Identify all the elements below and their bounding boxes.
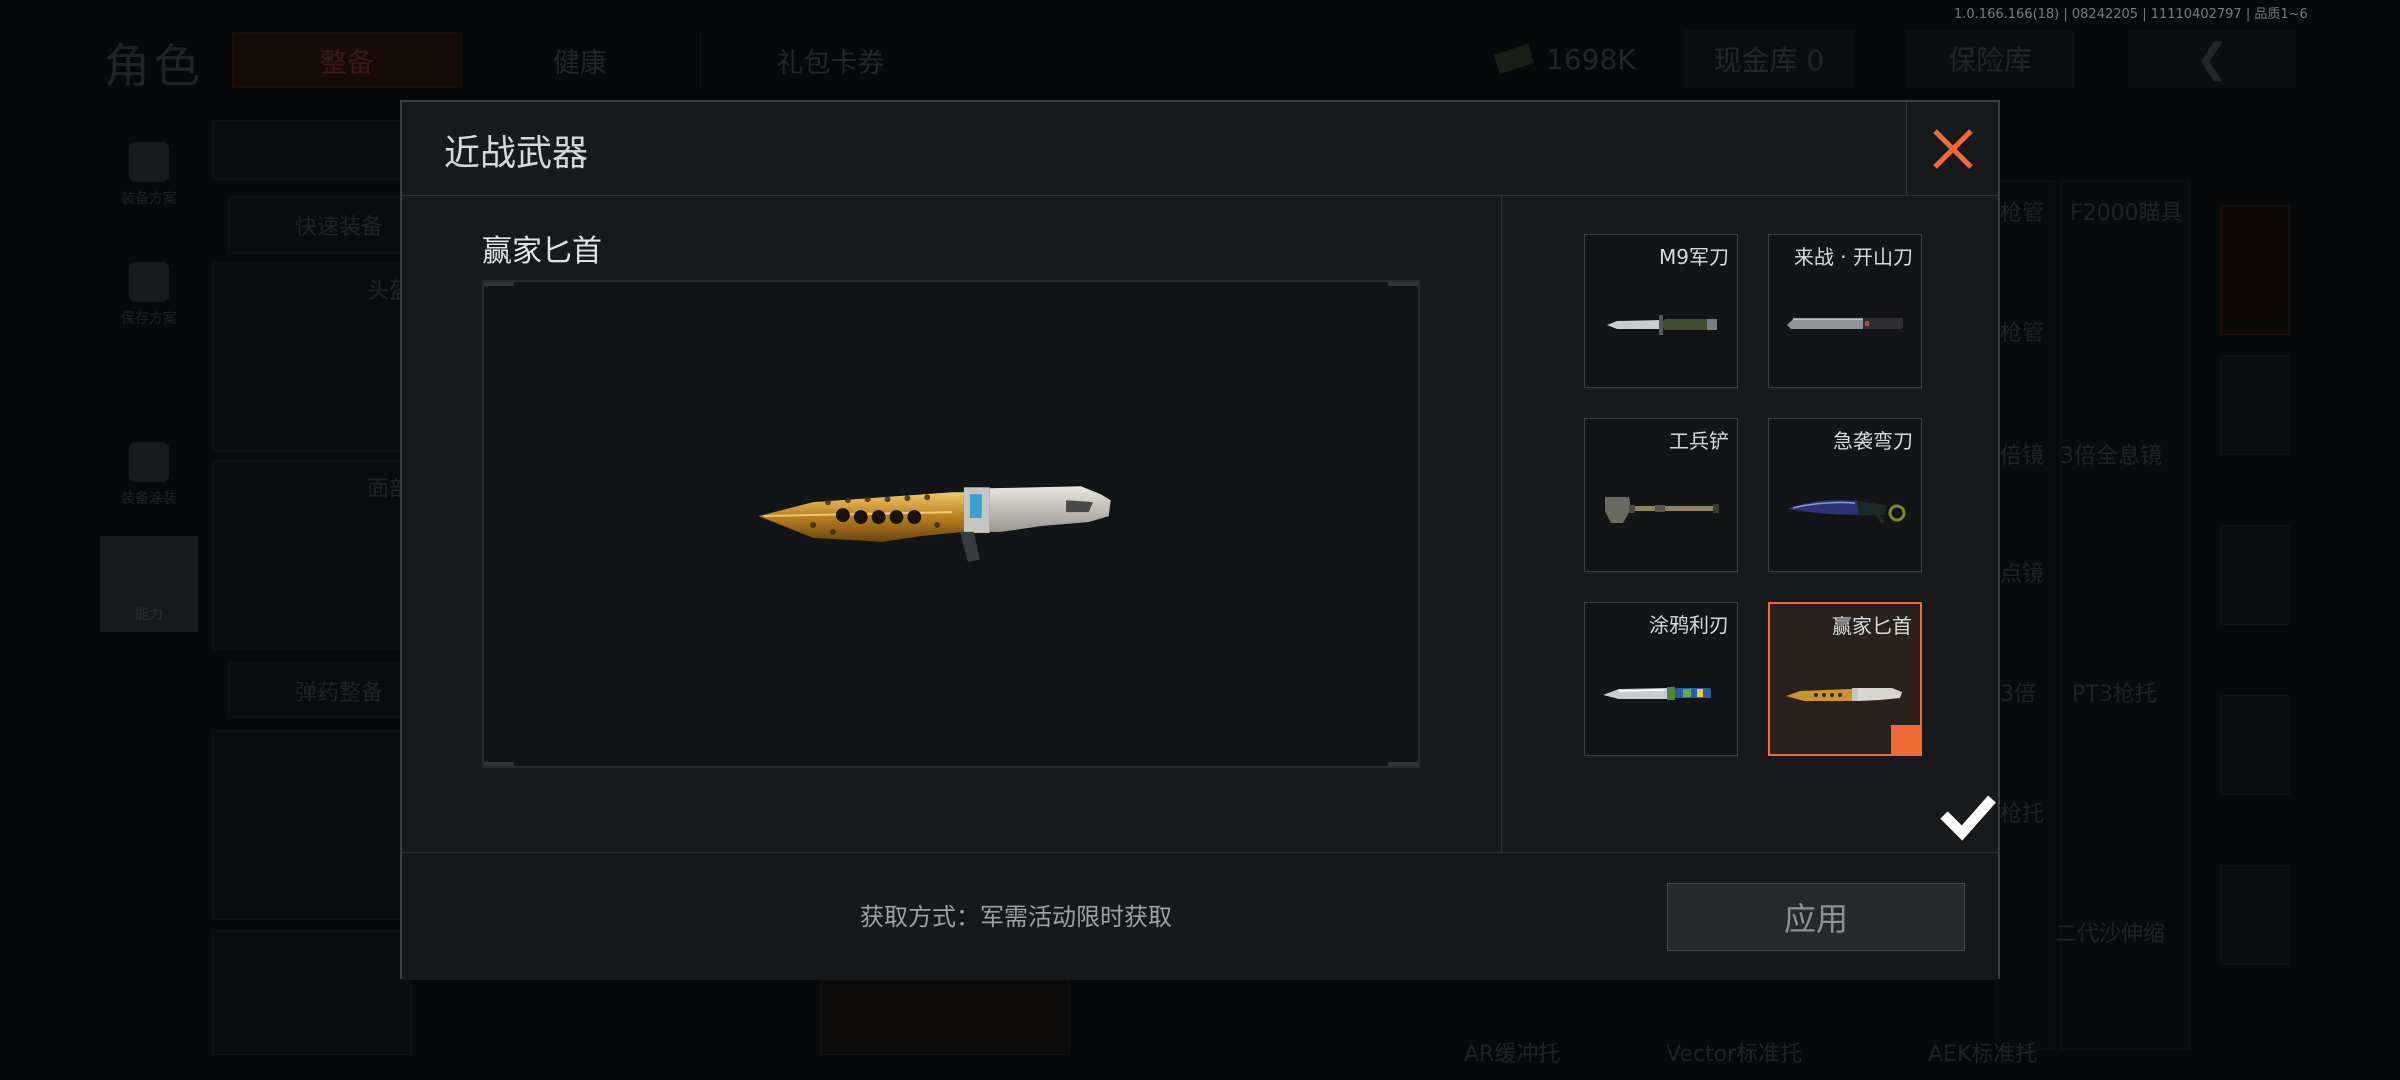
bayonet-icon <box>1607 315 1717 335</box>
machete-icon <box>1787 318 1903 329</box>
dialog-title: 近战武器 <box>444 133 589 174</box>
weapon-preview <box>482 280 1420 768</box>
weapon-card-name: 涂鸦利刃 <box>1649 613 1729 637</box>
melee-weapon-dialog: 近战武器 赢家匕首 M9军刀 来战 · 开山刀 工兵铲 急袭弯刀 涂鸦利刃 赢家… <box>400 100 2000 980</box>
weapon-card-machete[interactable]: 来战 · 开山刀 <box>1768 234 1922 388</box>
weapon-card-graffiti[interactable]: 涂鸦利刃 <box>1584 602 1738 756</box>
weapon-card-shovel[interactable]: 工兵铲 <box>1584 418 1738 572</box>
weapon-card-name: 来战 · 开山刀 <box>1793 245 1913 269</box>
selected-check-icon <box>1891 725 1996 841</box>
apply-button[interactable]: 应用 <box>1667 883 1965 951</box>
weapon-card-name: 急袭弯刀 <box>1833 429 1913 453</box>
selected-weapon-name: 赢家匕首 <box>482 234 602 269</box>
karambit-icon <box>1787 500 1906 525</box>
acquire-method-text: 获取方式：军需活动限时获取 <box>860 903 1172 931</box>
close-button[interactable] <box>1906 102 1998 196</box>
shovel-icon <box>1605 497 1719 523</box>
weapon-card-karambit[interactable]: 急袭弯刀 <box>1768 418 1922 572</box>
close-icon <box>1932 129 1973 169</box>
weapon-card-name: M9军刀 <box>1659 245 1729 269</box>
gold-dagger-icon <box>1786 688 1902 701</box>
weapon-card-m9[interactable]: M9军刀 <box>1584 234 1738 388</box>
gold-dagger-preview-icon <box>758 486 1111 562</box>
weapon-card-winner-dagger[interactable]: 赢家匕首 <box>1768 602 1996 841</box>
dialog-divider <box>1501 196 1502 852</box>
weapon-card-name: 工兵铲 <box>1669 429 1729 453</box>
weapon-card-name: 赢家匕首 <box>1832 614 1912 638</box>
dialog-footer: 获取方式：军需活动限时获取 应用 <box>402 852 1998 980</box>
dialog-header: 近战武器 <box>402 102 1998 196</box>
check-icon <box>1940 795 1996 841</box>
graffiti-knife-icon <box>1603 687 1711 700</box>
